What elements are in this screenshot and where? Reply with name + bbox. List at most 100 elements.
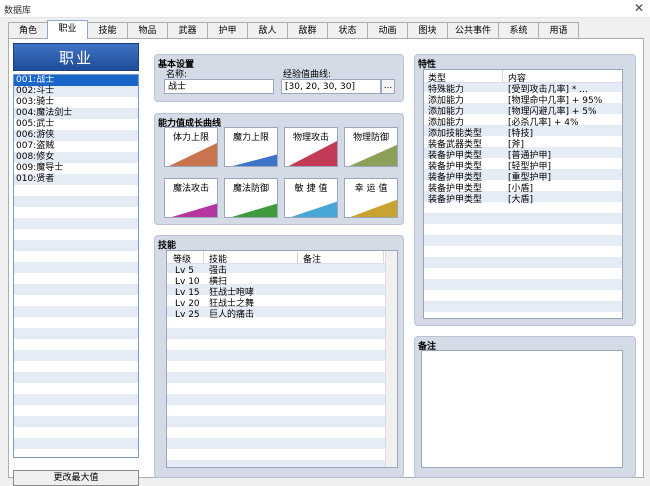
trait-type: 装备护甲类型 (428, 151, 483, 161)
skill-level: Lv 20 (175, 299, 200, 309)
trait-content: [特技] (508, 129, 534, 139)
tab-troops[interactable]: 敌群 (287, 22, 328, 39)
tab-system[interactable]: 系统 (498, 22, 539, 39)
skills-table-header: 等级 技能 备注 (167, 251, 397, 265)
trait-row[interactable]: 装备护甲类型 [大盾] (424, 195, 622, 206)
trait-type: 装备护甲类型 (428, 184, 483, 194)
skills-table[interactable]: 等级 技能 备注 Lv 5 强击 Lv 10 横扫 Lv 15 狂战士咆哮 Lv… (166, 250, 398, 468)
trait-content: [斧] (508, 140, 525, 150)
change-maximum-button[interactable]: 更改最大值 (13, 470, 139, 486)
trait-type: 添加能力 (428, 118, 465, 128)
trait-row[interactable]: 装备护甲类型 [小盾] (424, 184, 622, 195)
exp-curve-field[interactable]: [30, 20, 30, 30] (281, 79, 381, 94)
class-list-item[interactable]: 003:骑士 (14, 97, 138, 108)
tab-items[interactable]: 物品 (127, 22, 168, 39)
skill-name: 狂战士咆哮 (209, 288, 255, 298)
curve-magic-defense[interactable]: 魔法防御 (224, 178, 278, 218)
class-list-header: 职业 (13, 43, 139, 71)
name-field[interactable]: 战士 (164, 79, 274, 94)
class-list-item[interactable]: 001:战士 (14, 75, 138, 86)
tab-terms[interactable]: 用语 (538, 22, 579, 39)
trait-content: [物理命中几率] + 95% (508, 96, 603, 106)
trait-type: 添加能力 (428, 107, 465, 117)
skill-level: Lv 25 (175, 310, 200, 320)
col-content: 内容 (508, 74, 527, 84)
tab-actors[interactable]: 角色 (8, 22, 48, 39)
trait-row[interactable]: 装备护甲类型 [普通护甲] (424, 151, 622, 162)
class-list-item[interactable]: 002:斗士 (14, 86, 138, 97)
tab-common-events[interactable]: 公共事件 (447, 22, 499, 39)
tab-enemies[interactable]: 敌人 (247, 22, 288, 39)
trait-content: [小盾] (508, 184, 534, 194)
trait-row[interactable]: 装备护甲类型 [重型护甲] (424, 173, 622, 184)
tab-weapons[interactable]: 武器 (167, 22, 208, 39)
note-textarea[interactable] (421, 350, 623, 468)
skill-level: Lv 15 (175, 288, 200, 298)
trait-content: [重型护甲] (508, 173, 552, 183)
tab-tilesets[interactable]: 图块 (407, 22, 448, 39)
col-skill: 技能 (209, 255, 228, 265)
col-type: 类型 (428, 74, 447, 84)
trait-row[interactable]: 装备武器类型 [斧] (424, 140, 622, 151)
class-list-item[interactable]: 008:修女 (14, 152, 138, 163)
class-list-item[interactable]: 009:魔导士 (14, 163, 138, 174)
trait-row[interactable]: 装备护甲类型 [轻型护甲] (424, 162, 622, 173)
skill-name: 巨人的痛击 (209, 310, 255, 320)
skills-scrollbar[interactable] (385, 251, 397, 467)
skill-level: Lv 5 (175, 266, 194, 276)
curve-max-mp[interactable]: 魔力上限 (224, 127, 278, 167)
trait-type: 装备护甲类型 (428, 195, 483, 205)
trait-type: 添加技能类型 (428, 129, 483, 139)
curve-label: 体力上限 (172, 133, 209, 143)
curve-max-hp[interactable]: 体力上限 (164, 127, 218, 167)
skill-row[interactable]: Lv 20 狂战士之舞 (167, 299, 397, 310)
tab-classes[interactable]: 职业 (47, 20, 88, 39)
tab-skills[interactable]: 技能 (87, 22, 128, 39)
tab-armors[interactable]: 护甲 (207, 22, 248, 39)
class-list-item[interactable]: 006:游侠 (14, 130, 138, 141)
curve-label: 幸 运 值 (354, 184, 388, 194)
class-list-item[interactable]: 010:贤者 (14, 174, 138, 185)
trait-row[interactable]: 特殊能力 [受到攻击几率] * ... (424, 85, 622, 96)
tab-states[interactable]: 状态 (327, 22, 368, 39)
skill-name: 横扫 (209, 277, 228, 287)
curve-label: 魔法防御 (232, 184, 269, 194)
skill-level: Lv 10 (175, 277, 200, 287)
trait-row[interactable]: 添加能力 [物理闪避几率] + 5% (424, 107, 622, 118)
curve-label: 魔力上限 (232, 133, 269, 143)
class-list[interactable]: 001:战士 002:斗士 003:骑士 004:魔法剑士 005:武士 006… (13, 74, 139, 458)
curve-luck[interactable]: 幸 运 值 (344, 178, 398, 218)
close-icon[interactable]: ✕ (634, 1, 644, 15)
col-level: 等级 (173, 255, 192, 265)
exp-curve-button[interactable]: ... (381, 79, 395, 94)
trait-row[interactable]: 添加能力 [物理命中几率] + 95% (424, 96, 622, 107)
curve-attack[interactable]: 物理攻击 (284, 127, 338, 167)
col-note: 备注 (303, 255, 322, 265)
curve-magic-attack[interactable]: 魔法攻击 (164, 178, 218, 218)
trait-row[interactable]: 添加能力 [必杀几率] + 4% (424, 118, 622, 129)
skill-row[interactable]: Lv 25 巨人的痛击 (167, 310, 397, 321)
traits-table[interactable]: 类型 内容 特殊能力 [受到攻击几率] * ... 添加能力 [物理命中几率] … (423, 69, 623, 319)
curve-defense[interactable]: 物理防御 (344, 127, 398, 167)
trait-type: 添加能力 (428, 96, 465, 106)
skill-row[interactable]: Lv 10 横扫 (167, 277, 397, 288)
trait-content: [普通护甲] (508, 151, 552, 161)
skill-name: 强击 (209, 266, 228, 276)
trait-type: 特殊能力 (428, 85, 465, 95)
trait-content: [物理闪避几率] + 5% (508, 107, 597, 117)
skill-row[interactable]: Lv 5 强击 (167, 266, 397, 277)
basic-settings-group: 基本设置 (154, 54, 404, 102)
curve-label: 物理防御 (352, 133, 389, 143)
skill-row[interactable]: Lv 15 狂战士咆哮 (167, 288, 397, 299)
database-tabs: 角色 职业 技能 物品 武器 护甲 敌人 敌群 状态 动画 图块 公共事件 系统… (8, 20, 579, 39)
curve-agility[interactable]: 敏 捷 值 (284, 178, 338, 218)
skill-name: 狂战士之舞 (209, 299, 255, 309)
class-list-item[interactable]: 004:魔法剑士 (14, 108, 138, 119)
curve-label: 魔法攻击 (172, 184, 209, 194)
tab-animations[interactable]: 动画 (367, 22, 408, 39)
class-list-item[interactable]: 005:武士 (14, 119, 138, 130)
curve-label: 物理攻击 (292, 133, 329, 143)
trait-content: [必杀几率] + 4% (508, 118, 579, 128)
trait-row[interactable]: 添加技能类型 [特技] (424, 129, 622, 140)
class-list-item[interactable]: 007:盗贼 (14, 141, 138, 152)
